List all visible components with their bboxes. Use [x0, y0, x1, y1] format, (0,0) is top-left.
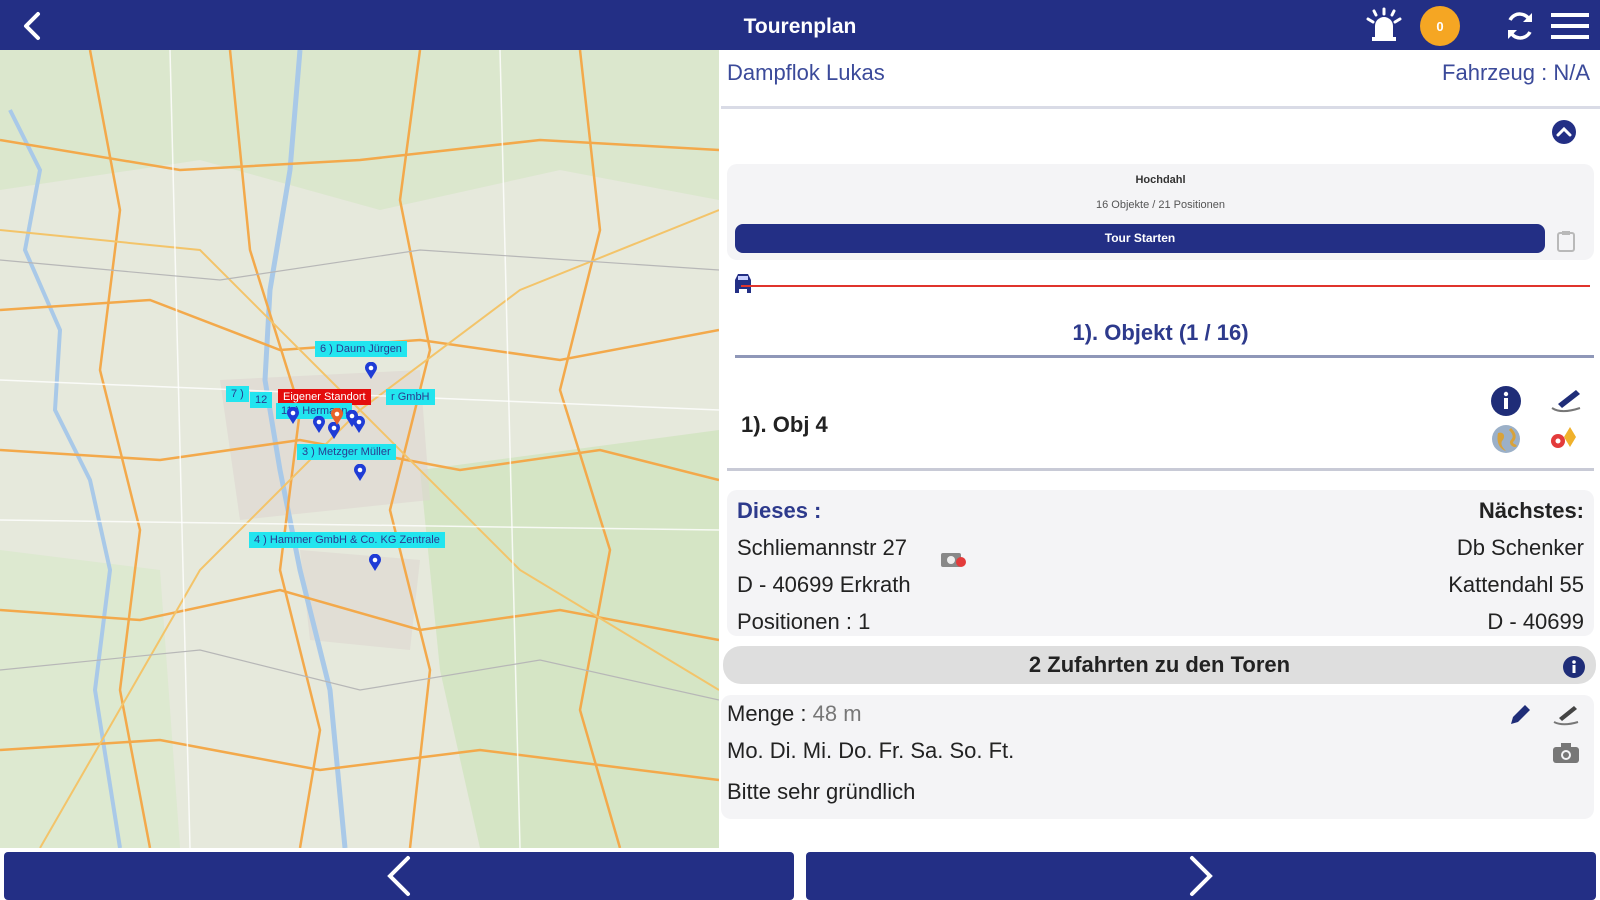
map-pin-icon[interactable] — [364, 362, 378, 380]
page-title: Tourenplan — [743, 15, 857, 38]
map-label-hammer[interactable]: 4 ) Hammer GmbH & Co. KG Zentrale — [249, 532, 445, 548]
collapse-button[interactable] — [1550, 118, 1578, 146]
map-pin-icon[interactable] — [368, 554, 382, 572]
next-city: D - 40699 — [1487, 609, 1584, 634]
current-street: Schliemannstr 27 — [737, 535, 907, 560]
notification-badge[interactable]: 0 — [1420, 6, 1460, 46]
vehicle-label: Fahrzeug : N/A — [1442, 60, 1590, 85]
edit-button[interactable] — [1505, 701, 1535, 729]
zufahrten-info-icon[interactable] — [1562, 653, 1586, 678]
map-pin-icon[interactable] — [353, 464, 367, 482]
tour-count: 16 Objekte / 21 Positionen — [1095, 199, 1226, 211]
map-pin-icon[interactable] — [286, 407, 300, 425]
note-text: Bitte sehr gründlich — [727, 779, 916, 804]
header-divider — [721, 106, 1600, 109]
tour-card: Hochdahl 16 Objekte / 21 Positionen Tour… — [727, 164, 1594, 260]
tour-start-button[interactable]: Tour Starten — [735, 224, 1545, 253]
zufahrten-bar[interactable]: 2 Zufahrten zu den Toren — [723, 646, 1596, 684]
refresh-button[interactable] — [1500, 6, 1540, 46]
signature-pen-icon — [1551, 390, 1581, 412]
menge-value: 48 m — [812, 701, 862, 726]
driver-name: Dampflok Lukas — [727, 60, 885, 85]
objekt-heading: 1). Objekt (1 / 16) — [1072, 320, 1249, 345]
map-label-gmbh[interactable]: r GmbH — [386, 389, 435, 405]
top-bar: Tourenplan 0 — [0, 0, 1600, 50]
map-pin-icon[interactable] — [352, 416, 366, 434]
chevron-up-circle-icon — [1552, 120, 1576, 144]
current-location-pin-icon[interactable] — [330, 408, 344, 426]
map-label-daum[interactable]: 6 ) Daum Jürgen — [315, 341, 407, 357]
menge-label: Menge : — [727, 701, 813, 726]
object-name: 1). Obj 4 — [741, 412, 828, 437]
next-name: Db Schenker — [1456, 535, 1584, 560]
clipboard-icon — [1557, 231, 1575, 252]
camera-icon — [1553, 743, 1579, 763]
map-marker-icon — [1551, 427, 1576, 448]
pencil-icon — [1511, 705, 1530, 724]
alarm-button[interactable] — [1362, 6, 1406, 44]
map-label-12[interactable]: 12 — [250, 392, 273, 408]
next-label: Nächstes: — [1478, 498, 1584, 523]
sign-button[interactable] — [1547, 384, 1585, 418]
position-card: Menge : 48 m Mo. Di. Mi. Do. Fr. Sa. So.… — [721, 695, 1594, 819]
map-label-7[interactable]: 7 ) — [226, 386, 249, 402]
info-button[interactable] — [1489, 384, 1523, 418]
camera-alert-icon — [941, 553, 966, 567]
map-pin-icon[interactable] — [312, 416, 326, 434]
chevron-right-icon — [1190, 856, 1213, 896]
menu-button[interactable] — [1548, 8, 1592, 44]
objekt-divider — [735, 355, 1594, 358]
current-label: Dieses : — [737, 498, 822, 523]
clipboard-button[interactable] — [1553, 228, 1579, 254]
address-card: Dieses : Schliemannstr 27 D - 40699 Erkr… — [727, 490, 1594, 636]
tour-progress-line — [741, 285, 1590, 287]
tour-name: Hochdahl — [1135, 174, 1186, 186]
hamburger-menu-icon — [1551, 13, 1589, 39]
map-view[interactable]: 6 ) Daum Jürgen 7 ) 12 r GmbH Eigener St… — [0, 50, 719, 848]
next-button[interactable] — [806, 852, 1596, 900]
next-street: Kattendahl 55 — [1448, 572, 1584, 597]
camera-button[interactable] — [1550, 739, 1582, 767]
globe-button[interactable] — [1489, 422, 1523, 456]
chevron-left-icon — [387, 856, 410, 896]
alarm-icon — [1366, 7, 1402, 41]
signature-pen-icon — [1553, 706, 1579, 726]
weekdays: Mo. Di. Mi. Do. Fr. Sa. So. Ft. — [727, 738, 1015, 763]
navigation-button[interactable] — [1547, 422, 1581, 456]
position-sign-button[interactable] — [1550, 701, 1582, 729]
zufahrten-label: 2 Zufahrten zu den Toren — [1028, 652, 1291, 677]
photo-alert-button[interactable] — [938, 546, 968, 572]
refresh-icon — [1508, 12, 1532, 40]
menge-row: Menge : 48 m — [727, 701, 862, 727]
map-label-metzger[interactable]: 3 ) Metzger Müller — [297, 444, 396, 460]
globe-icon — [1492, 425, 1520, 453]
tour-detail-panel: Dampflok Lukas Fahrzeug : N/A Hochdahl 1… — [721, 50, 1600, 848]
badge-count: 0 — [1436, 18, 1444, 34]
info-icon — [1491, 386, 1521, 416]
object-divider — [727, 468, 1594, 471]
current-positions: Positionen : 1 — [737, 609, 871, 634]
car-icon — [731, 270, 755, 294]
current-city: D - 40699 Erkrath — [737, 572, 911, 597]
previous-button[interactable] — [4, 852, 794, 900]
